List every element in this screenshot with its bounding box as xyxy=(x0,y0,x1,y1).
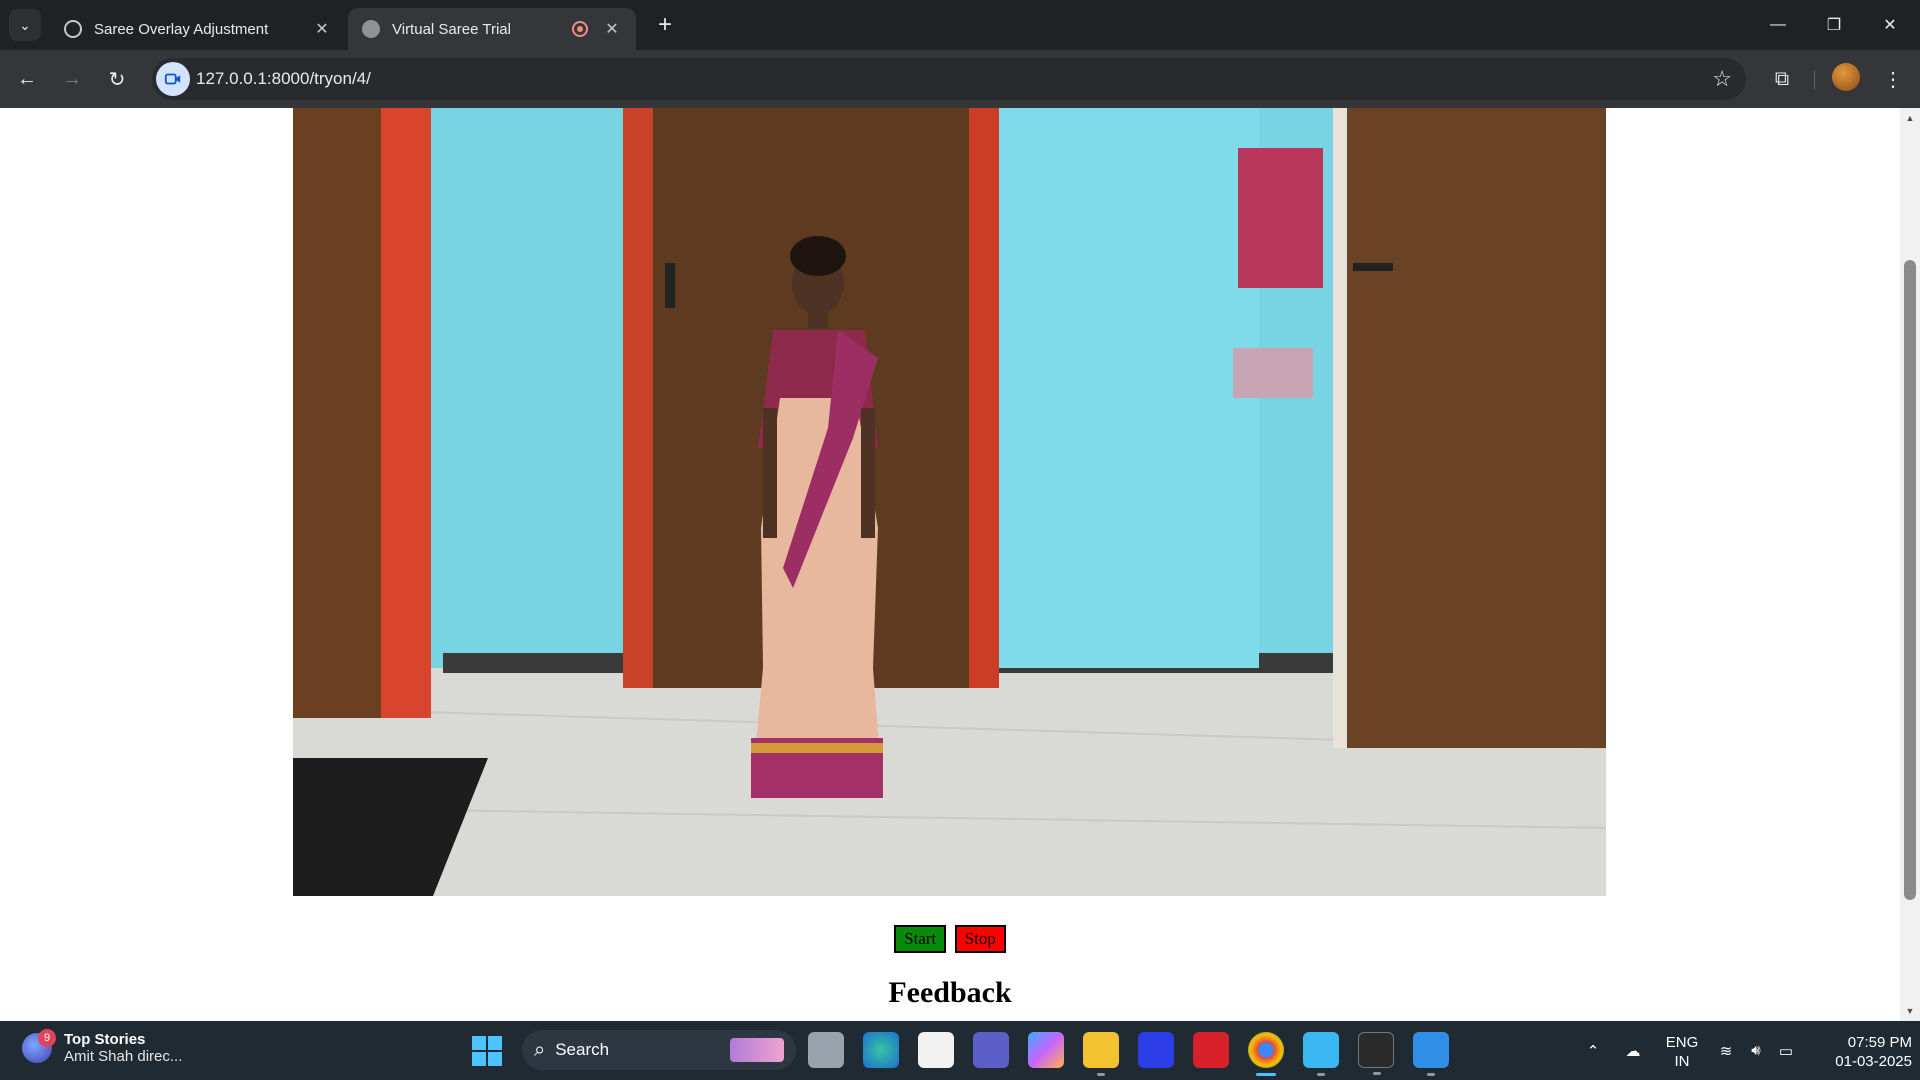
notification-badge: 9 xyxy=(38,1029,56,1047)
windows-start-button[interactable] xyxy=(472,1036,502,1066)
teams-icon[interactable] xyxy=(973,1032,1009,1068)
volume-icon[interactable]: 🔊︎ xyxy=(1742,1021,1770,1080)
onedrive-offline-icon[interactable]: ☁ xyxy=(1618,1021,1648,1080)
taskbar-search[interactable]: ⌕ Search xyxy=(522,1030,796,1070)
tab-search-button[interactable]: ⌄ xyxy=(9,9,41,41)
scroll-up-arrow-icon[interactable]: ▲ xyxy=(1900,110,1920,126)
mcafee-icon[interactable] xyxy=(1193,1032,1229,1068)
reload-icon: ↻ xyxy=(108,68,126,91)
weather-news-icon: 9 xyxy=(22,1029,56,1063)
camera-in-use-icon[interactable] xyxy=(156,62,190,96)
edge-browser-icon[interactable] xyxy=(863,1032,899,1068)
restore-button[interactable]: ❐ xyxy=(1806,0,1862,50)
search-icon: ⌕ xyxy=(534,1038,546,1061)
close-icon: ✕ xyxy=(1883,17,1897,34)
tab-virtual-saree-trial[interactable]: Virtual Saree Trial ✕ xyxy=(348,8,636,50)
minimize-button[interactable]: — xyxy=(1750,0,1806,50)
task-view-icon[interactable] xyxy=(808,1032,844,1068)
kebab-menu-icon[interactable]: ⋮ xyxy=(1876,62,1910,96)
search-label: Search xyxy=(555,1040,610,1059)
search-highlight-image xyxy=(730,1038,784,1062)
chevron-down-icon: ⌄ xyxy=(19,16,31,33)
clock-time: 07:59 PM xyxy=(1847,1034,1912,1051)
system-clock[interactable]: 07:59 PM 01-03-2025 xyxy=(1812,1033,1912,1071)
stop-button[interactable]: Stop xyxy=(954,925,1006,953)
tab-strip: ⌄ Saree Overlay Adjustment ✕ Virtual Sar… xyxy=(0,0,1920,50)
language-code: ENG xyxy=(1665,1034,1699,1051)
microsoft-store-icon[interactable] xyxy=(918,1032,954,1068)
reload-button[interactable]: ↻ xyxy=(100,62,134,96)
browser-toolbar: ← → ↻ 127.0.0.1:8000/tryon/4/ ☆ ⧉ ⋮ xyxy=(0,50,1920,108)
page-viewport: Start Stop Feedback ▲ ▼ xyxy=(0,108,1920,1021)
close-icon[interactable]: ✕ xyxy=(312,19,332,39)
back-button[interactable]: ← xyxy=(10,62,44,96)
address-bar[interactable]: 127.0.0.1:8000/tryon/4/ ☆ xyxy=(152,58,1746,100)
scrollbar-thumb[interactable] xyxy=(1904,260,1916,900)
profile-avatar[interactable] xyxy=(1832,63,1860,91)
control-buttons: Start Stop xyxy=(0,925,1900,953)
close-icon[interactable]: ✕ xyxy=(602,19,622,39)
arrow-right-icon: → xyxy=(62,67,82,90)
globe-icon xyxy=(362,20,380,38)
plus-icon: + xyxy=(657,11,672,38)
tab-saree-overlay[interactable]: Saree Overlay Adjustment ✕ xyxy=(50,8,346,50)
news-widget[interactable]: 9 Top Stories Amit Shah direc... xyxy=(22,1029,183,1065)
clock-date: 01-03-2025 xyxy=(1835,1053,1912,1070)
bookmark-star-icon[interactable]: ☆ xyxy=(1712,66,1732,92)
recording-icon xyxy=(572,21,588,37)
file-explorer-icon[interactable] xyxy=(1083,1032,1119,1076)
extensions-icon[interactable]: ⧉ xyxy=(1765,62,1799,96)
webcam-video-feed xyxy=(293,108,1606,896)
photos-icon[interactable] xyxy=(1413,1032,1449,1076)
notepad-icon[interactable] xyxy=(1303,1032,1339,1076)
new-tab-button[interactable]: + xyxy=(650,10,680,40)
minimize-icon: — xyxy=(1770,16,1786,33)
chrome-icon[interactable] xyxy=(1248,1032,1284,1076)
copilot-icon[interactable] xyxy=(1028,1032,1064,1068)
wifi-icon[interactable]: ≋ xyxy=(1712,1021,1740,1080)
arrow-left-icon: ← xyxy=(17,67,37,90)
tab-title: Saree Overlay Adjustment xyxy=(94,20,269,38)
battery-icon[interactable]: ▭ xyxy=(1772,1021,1800,1080)
globe-icon xyxy=(64,20,82,38)
url-text: 127.0.0.1:8000/tryon/4/ xyxy=(196,69,371,88)
windows-taskbar: 9 Top Stories Amit Shah direc... ⌕ Searc… xyxy=(0,1021,1920,1080)
region-code: IN xyxy=(1674,1053,1690,1070)
language-indicator[interactable]: ENG IN xyxy=(1658,1033,1706,1071)
restore-icon: ❐ xyxy=(1826,17,1842,34)
news-title: Top Stories xyxy=(64,1031,146,1048)
mathway-icon[interactable] xyxy=(1138,1032,1174,1068)
toolbar-divider xyxy=(1814,70,1815,90)
show-hidden-icons-chevron-icon[interactable]: ⌃ xyxy=(1578,1021,1608,1080)
news-subtitle: Amit Shah direc... xyxy=(64,1048,183,1065)
start-button[interactable]: Start xyxy=(894,925,947,953)
scroll-down-arrow-icon[interactable]: ▼ xyxy=(1900,1003,1920,1019)
vertical-scrollbar[interactable]: ▲ ▼ xyxy=(1900,108,1920,1021)
feedback-heading: Feedback xyxy=(888,976,1012,1009)
close-window-button[interactable]: ✕ xyxy=(1862,0,1918,50)
tab-title: Virtual Saree Trial xyxy=(392,20,511,38)
terminal-icon[interactable] xyxy=(1358,1032,1394,1075)
forward-button[interactable]: → xyxy=(55,62,89,96)
